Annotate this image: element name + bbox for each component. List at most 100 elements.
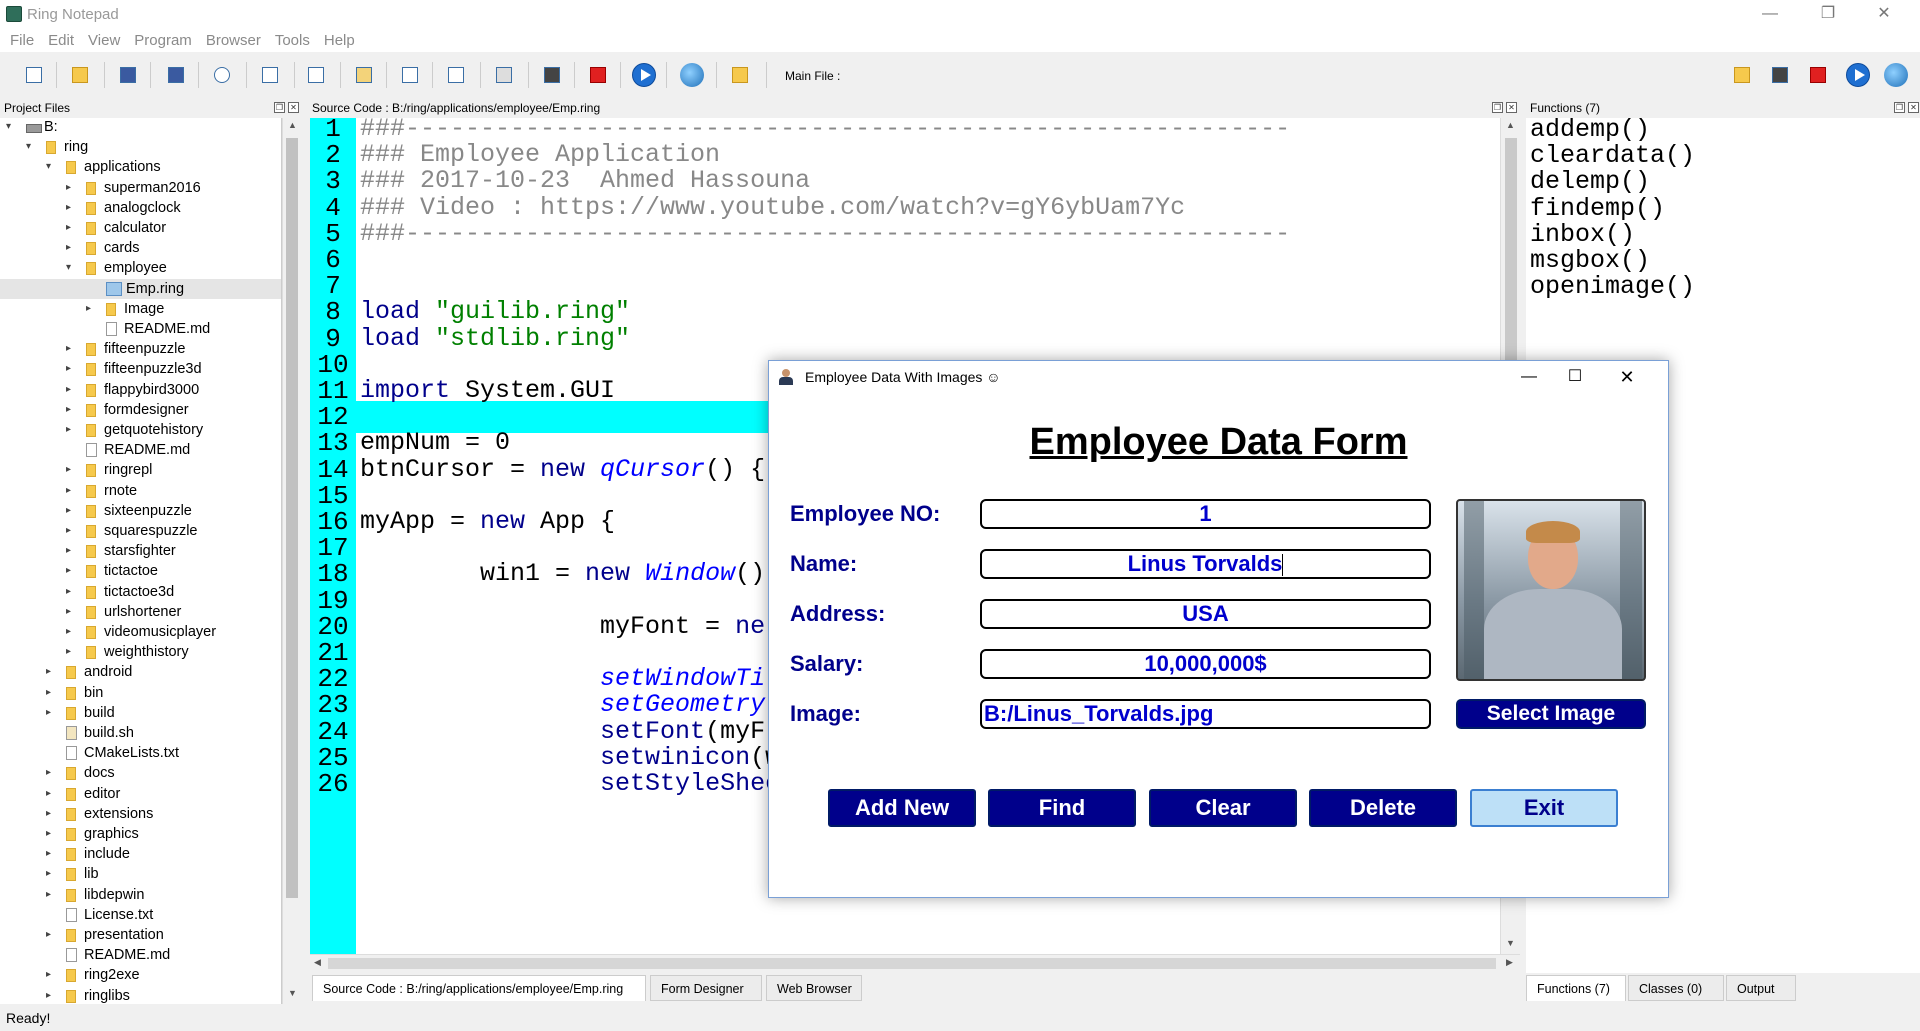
tree-item[interactable]: ▸ fifteenpuzzle — [0, 339, 281, 359]
tree-item[interactable]: ▾ ring — [0, 137, 281, 157]
tree-item[interactable]: ▾ employee — [0, 258, 281, 278]
tree-item[interactable]: ▸ tictactoe3d — [0, 582, 281, 602]
tree-item[interactable]: ▸ include — [0, 844, 281, 864]
tree-item[interactable]: ▸ weighthistory — [0, 642, 281, 662]
tree-item[interactable]: ▸ urlshortener — [0, 602, 281, 622]
name-field[interactable]: Linus Torvalds — [980, 549, 1431, 579]
tree-item[interactable]: ▸ extensions — [0, 804, 281, 824]
collapse-arrow-icon[interactable]: ▸ — [66, 541, 71, 561]
collapse-arrow-icon[interactable]: ▸ — [46, 662, 51, 682]
font-icon[interactable] — [400, 65, 420, 85]
collapse-arrow-icon[interactable]: ▸ — [46, 885, 51, 905]
tree-item[interactable]: ▸ squarespuzzle — [0, 521, 281, 541]
address-field[interactable]: USA — [980, 599, 1431, 629]
run-gui-icon[interactable] — [588, 65, 608, 85]
collapse-arrow-icon[interactable]: ▸ — [46, 763, 51, 783]
collapse-arrow-icon[interactable]: ▸ — [66, 460, 71, 480]
menu-program[interactable]: Program — [134, 32, 192, 49]
expand-arrow-icon[interactable]: ▾ — [66, 258, 71, 278]
collapse-arrow-icon[interactable]: ▸ — [86, 299, 91, 319]
collapse-arrow-icon[interactable]: ▸ — [46, 784, 51, 804]
expand-arrow-icon[interactable]: ▾ — [6, 118, 11, 137]
collapse-arrow-icon[interactable]: ▸ — [66, 400, 71, 420]
tree-item[interactable]: ▸ graphics — [0, 824, 281, 844]
tree-item[interactable]: ▸ presentation — [0, 925, 281, 945]
tree-item[interactable]: ▸ Image — [0, 299, 281, 319]
tree-item[interactable]: ▸ libdepwin — [0, 885, 281, 905]
menu-edit[interactable]: Edit — [48, 32, 74, 49]
tree-item[interactable]: ▸ superman2016 — [0, 178, 281, 198]
collapse-arrow-icon[interactable]: ▸ — [46, 824, 51, 844]
float-functions-icon[interactable]: ❐ — [1894, 102, 1905, 113]
expand-arrow-icon[interactable]: ▾ — [46, 157, 51, 177]
collapse-arrow-icon[interactable]: ▸ — [46, 844, 51, 864]
editor-hscroll-thumb[interactable] — [328, 958, 1496, 969]
tree-item[interactable]: ▸ calculator — [0, 218, 281, 238]
tree-item[interactable]: Emp.ring — [0, 278, 281, 299]
restore-button[interactable]: ❐ — [1800, 0, 1856, 30]
project-tree-scrollbar[interactable]: ▲ ▼ — [282, 118, 300, 1004]
tree-item[interactable]: ▸ starsfighter — [0, 541, 281, 561]
float-panel-icon[interactable]: ❐ — [274, 102, 285, 113]
tree-item[interactable]: ▸ editor — [0, 784, 281, 804]
tree-item[interactable]: README.md — [0, 945, 281, 965]
scroll-thumb[interactable] — [286, 138, 298, 898]
tree-item[interactable]: ▸ formdesigner — [0, 400, 281, 420]
collapse-arrow-icon[interactable]: ▸ — [66, 359, 71, 379]
menu-view[interactable]: View — [88, 32, 120, 49]
collapse-arrow-icon[interactable]: ▸ — [66, 501, 71, 521]
debug-icon[interactable] — [542, 65, 562, 85]
collapse-arrow-icon[interactable]: ▸ — [66, 339, 71, 359]
add-new-button[interactable]: Add New — [828, 789, 976, 827]
exit-button[interactable]: Exit — [1470, 789, 1618, 827]
select-image-button[interactable]: Select Image — [1456, 699, 1646, 729]
collapse-arrow-icon[interactable]: ▸ — [66, 622, 71, 642]
undo-icon[interactable] — [212, 65, 232, 85]
collapse-arrow-icon[interactable]: ▸ — [66, 642, 71, 662]
main-debug-icon[interactable] — [1770, 65, 1790, 85]
tree-item[interactable]: ▾ B: — [0, 118, 281, 137]
float-editor-icon[interactable]: ❐ — [1492, 102, 1503, 113]
close-editor-icon[interactable]: ✕ — [1506, 102, 1517, 113]
empno-field[interactable]: 1 — [980, 499, 1431, 529]
tree-item[interactable]: License.txt — [0, 905, 281, 925]
collapse-arrow-icon[interactable]: ▸ — [46, 804, 51, 824]
tree-item[interactable]: ▸ docs — [0, 763, 281, 783]
menu-tools[interactable]: Tools — [275, 32, 310, 49]
collapse-arrow-icon[interactable]: ▸ — [66, 178, 71, 198]
tree-item[interactable]: ▸ android — [0, 662, 281, 682]
tree-item[interactable]: ▸ analogclock — [0, 198, 281, 218]
tree-item[interactable]: ▸ ring2exe — [0, 965, 281, 985]
color-picker-icon[interactable] — [446, 65, 466, 85]
tree-item[interactable]: CMakeLists.txt — [0, 743, 281, 763]
expand-arrow-icon[interactable]: ▾ — [26, 137, 31, 157]
collapse-arrow-icon[interactable]: ▸ — [66, 198, 71, 218]
dialog-minimize-button[interactable]: — — [1509, 363, 1549, 391]
minimize-button[interactable]: — — [1742, 0, 1798, 30]
tree-item[interactable]: ▸ build — [0, 703, 281, 723]
tree-item[interactable]: build.sh — [0, 723, 281, 743]
editor-horizontal-scrollbar[interactable]: ◀ ▶ — [310, 954, 1520, 972]
open-folder-icon[interactable] — [70, 65, 90, 85]
tree-item[interactable]: ▸ lib — [0, 864, 281, 884]
collapse-arrow-icon[interactable]: ▸ — [46, 925, 51, 945]
collapse-arrow-icon[interactable]: ▸ — [66, 521, 71, 541]
print-icon[interactable] — [494, 65, 514, 85]
dialog-close-button[interactable]: ✕ — [1607, 363, 1647, 391]
collapse-arrow-icon[interactable]: ▸ — [46, 683, 51, 703]
tab-output[interactable]: Output — [1726, 975, 1796, 1001]
menu-file[interactable]: File — [10, 32, 34, 49]
save-icon[interactable] — [118, 65, 138, 85]
new-file-icon[interactable] — [24, 65, 44, 85]
collapse-arrow-icon[interactable]: ▸ — [46, 703, 51, 723]
collapse-arrow-icon[interactable]: ▸ — [66, 238, 71, 258]
tab-web[interactable]: Web Browser — [766, 975, 862, 1001]
salary-field[interactable]: 10,000,000$ — [980, 649, 1431, 679]
tree-item[interactable]: README.md — [0, 440, 281, 460]
menu-help[interactable]: Help — [324, 32, 355, 49]
collapse-arrow-icon[interactable]: ▸ — [66, 481, 71, 501]
menu-browser[interactable]: Browser — [206, 32, 261, 49]
main-browser-globe-icon[interactable] — [1884, 63, 1908, 87]
collapse-arrow-icon[interactable]: ▸ — [66, 380, 71, 400]
tree-item[interactable]: ▸ ringrepl — [0, 460, 281, 480]
